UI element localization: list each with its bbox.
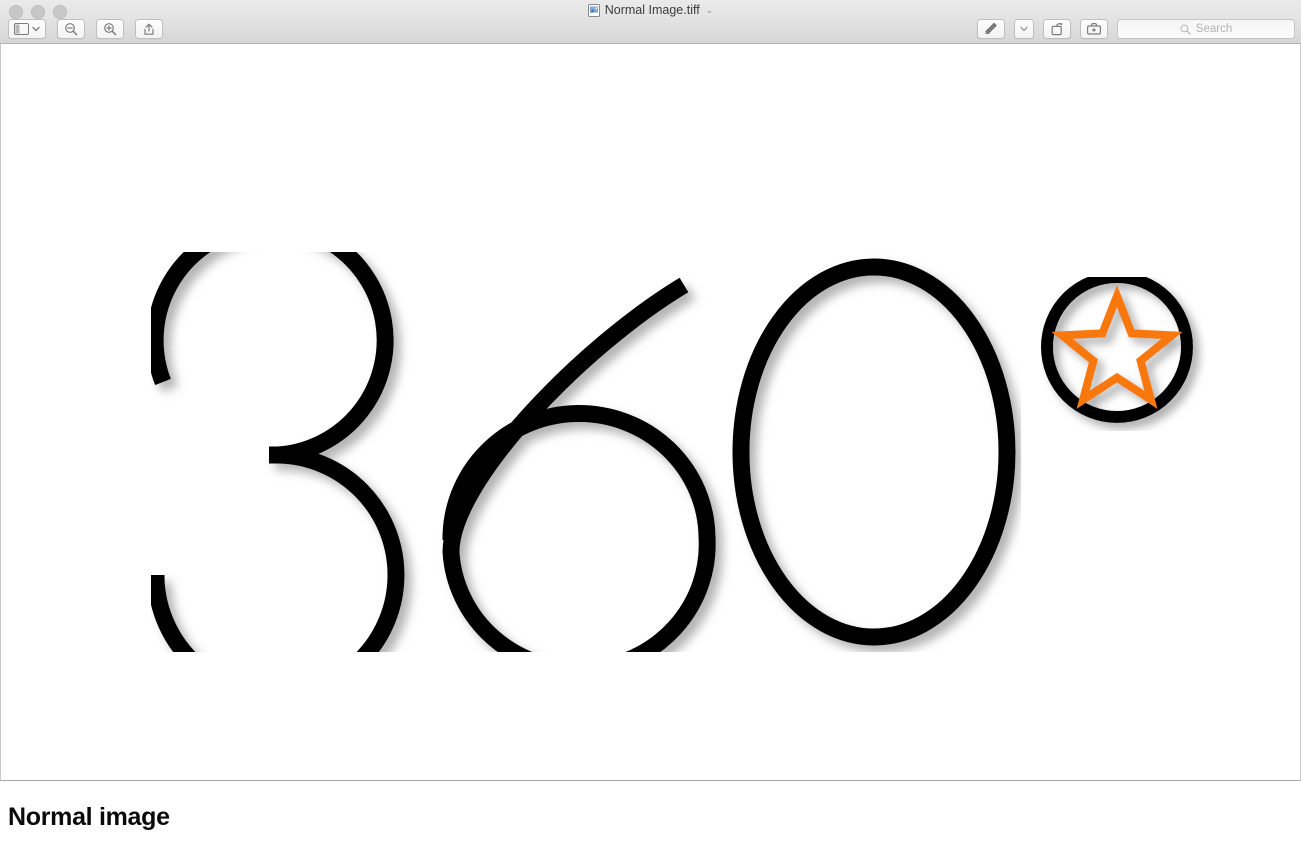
minimize-button[interactable] — [31, 5, 45, 19]
magnifier-plus-icon — [104, 23, 117, 36]
window-title-text: Normal Image.tiff — [604, 3, 700, 17]
toolbar-right-group: Search — [977, 19, 1295, 39]
magnifier-minus-icon — [65, 23, 78, 36]
search-input[interactable]: Search — [1196, 23, 1232, 35]
markup-button[interactable] — [977, 19, 1005, 39]
search-field[interactable]: Search — [1117, 19, 1295, 39]
share-button[interactable] — [135, 19, 163, 39]
caption-label: Normal image — [8, 803, 170, 831]
traffic-lights — [9, 5, 67, 19]
toolbar-left-group — [8, 19, 163, 39]
zoom-in-button[interactable] — [96, 19, 124, 39]
markup-options-chevron[interactable] — [1014, 19, 1034, 39]
marker-pen-icon — [985, 22, 997, 34]
rotate-left-icon — [1051, 22, 1062, 36]
rotate-button[interactable] — [1043, 19, 1071, 39]
window-titlebar: Normal Image.tiff ⌄ Search — [0, 0, 1301, 44]
wordmark-360 — [151, 252, 1021, 652]
degree-badge — [1041, 277, 1207, 431]
share-icon — [144, 23, 154, 35]
document-icon — [587, 3, 600, 17]
preview-window: Normal Image.tiff ⌄ Search — [0, 0, 1301, 781]
chevron-down-icon — [1020, 26, 1028, 32]
close-button[interactable] — [9, 5, 23, 19]
artboard — [1, 44, 1300, 780]
window-title: Normal Image.tiff ⌄ — [0, 2, 1301, 18]
chevron-down-icon — [32, 26, 40, 32]
star-icon — [1051, 285, 1183, 409]
toolbox-icon — [1087, 23, 1102, 35]
screen-root: Normal Image.tiff ⌄ Search Normal image — [0, 0, 1301, 841]
image-canvas[interactable] — [0, 44, 1301, 781]
maximize-button[interactable] — [53, 5, 67, 19]
chevron-down-icon[interactable]: ⌄ — [706, 5, 714, 16]
search-icon — [1180, 23, 1191, 35]
zoom-out-button[interactable] — [57, 19, 85, 39]
annotate-toolbox-button[interactable] — [1080, 19, 1108, 39]
sidebar-toggle-button[interactable] — [8, 19, 46, 39]
